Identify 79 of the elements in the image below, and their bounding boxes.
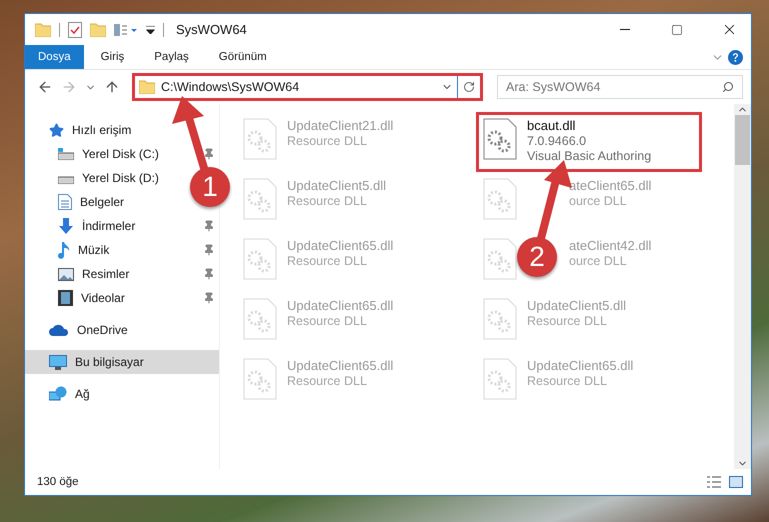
file-name: UpdateClient5.dll — [287, 178, 386, 193]
film-icon — [58, 290, 73, 306]
file-name: ateClient65.dll — [569, 178, 652, 193]
ribbon-tab[interactable]: Paylaş — [141, 45, 202, 69]
sidebar-item[interactable]: Yerel Disk (D:) — [25, 166, 165, 190]
new-folder-icon — [90, 22, 106, 36]
gear-file-icon — [243, 238, 277, 280]
file-detail: Resource DLL — [287, 254, 367, 268]
cloud-icon — [49, 324, 69, 336]
gear-file-icon — [483, 358, 517, 400]
sidebar-item[interactable]: Hızlı erişim — [25, 118, 138, 142]
file-detail: Resource DLL — [287, 134, 367, 148]
pin-icon — [203, 220, 215, 232]
file-name: UpdateClient21.dll — [287, 118, 394, 133]
music-note-icon — [58, 242, 70, 258]
file-detail: Resource DLL — [287, 314, 367, 328]
gear-file-icon — [483, 178, 517, 220]
file-detail: Resource DLL — [527, 374, 607, 388]
download-arrow-icon — [58, 218, 74, 234]
file-name: UpdateClient5.dll — [527, 298, 626, 313]
gear-file-icon — [243, 118, 277, 160]
star-icon — [49, 122, 64, 138]
file-name: UpdateClient65.dll — [287, 358, 394, 373]
picture-icon — [58, 268, 74, 280]
file-detail: Visual Basic Authoring — [527, 149, 652, 163]
sidebar-item[interactable]: İndirmeler — [25, 214, 219, 238]
sidebar-item[interactable]: Bu bilgisayar — [25, 350, 219, 374]
search-field[interactable]: Ara: SysWOW64 — [497, 75, 743, 99]
view-options-icon[interactable] — [114, 22, 138, 36]
large-icons-view-icon[interactable] — [729, 476, 743, 488]
file-detail: ource DLL — [569, 254, 627, 268]
sidebar-item[interactable]: Videolar — [25, 286, 219, 310]
search-icon — [722, 81, 734, 93]
properties-icon[interactable] — [68, 22, 82, 38]
window-title: SysWOW64 — [176, 22, 248, 37]
gear-file-icon — [483, 298, 517, 340]
file-menu-tab[interactable]: Dosya — [25, 45, 84, 69]
gear-file-icon — [243, 358, 277, 400]
scroll-thumb[interactable] — [735, 115, 750, 165]
address-path: C:\Windows\SysWOW64 — [161, 80, 300, 94]
file-detail: ource DLL — [569, 194, 627, 208]
pin-icon — [203, 292, 215, 304]
document-icon — [58, 194, 72, 210]
file-detail: Resource DLL — [527, 314, 607, 328]
details-view-icon[interactable] — [707, 476, 721, 488]
file-item[interactable]: bcaut.dll 7.0.9466.0 Visual Basic Authoring — [476, 112, 702, 172]
gear-file-icon — [483, 118, 517, 160]
pin-icon — [203, 268, 215, 280]
minimize-icon — [620, 29, 630, 30]
file-detail: Resource DLL — [287, 374, 367, 388]
sidebar-item[interactable]: Yerel Disk (C:) — [25, 142, 219, 166]
address-bar[interactable]: C:\Windows\SysWOW64 — [132, 73, 483, 101]
sidebar-item[interactable]: Resimler — [25, 262, 219, 286]
drive-icon — [58, 148, 74, 160]
file-detail: Resource DLL — [287, 194, 367, 208]
ribbon-tab[interactable]: Görünüm — [206, 45, 280, 69]
file-name: ateClient42.dll — [569, 238, 652, 253]
pin-icon — [203, 148, 215, 160]
gear-file-icon — [483, 238, 517, 280]
pin-icon — [203, 244, 215, 256]
network-globe-icon — [49, 386, 67, 402]
item-count: 130 öğe — [37, 476, 80, 488]
file-name: UpdateClient65.dll — [287, 238, 394, 253]
sidebar-item[interactable]: Belgeler — [25, 190, 130, 214]
file-name: UpdateClient65.dll — [527, 358, 634, 373]
folder-icon — [139, 80, 155, 94]
gear-file-icon — [243, 298, 277, 340]
maximize-icon — [671, 24, 683, 36]
ribbon-tab[interactable]: Giriş — [88, 45, 138, 69]
sidebar-item[interactable]: OneDrive — [25, 318, 134, 342]
customize-caret-icon[interactable] — [146, 26, 155, 34]
sidebar-item[interactable]: Ağ — [25, 382, 96, 406]
folder-icon — [35, 22, 51, 36]
gear-file-icon — [243, 178, 277, 220]
monitor-icon — [49, 354, 67, 370]
sidebar-item[interactable]: Müzik — [25, 238, 219, 262]
file-name: bcaut.dll — [527, 118, 576, 133]
file-detail: 7.0.9466.0 — [527, 134, 586, 148]
file-name: UpdateClient65.dll — [287, 298, 394, 313]
